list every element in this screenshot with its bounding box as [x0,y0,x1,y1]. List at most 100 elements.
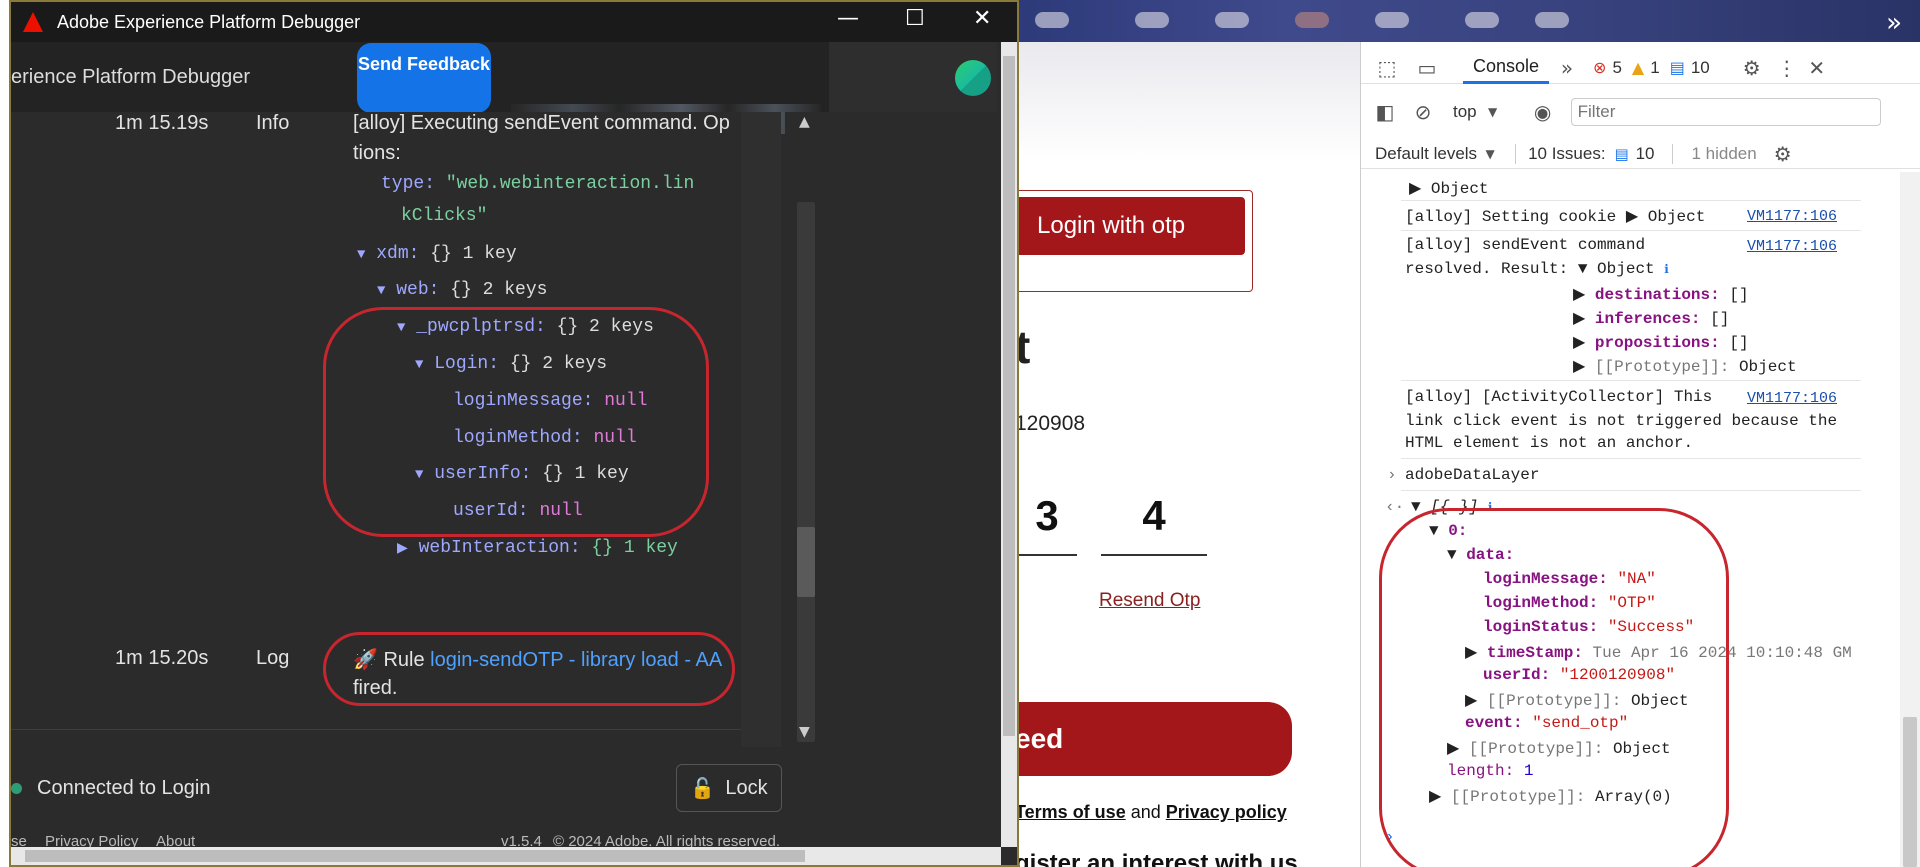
terms-of-use-link[interactable]: Terms of use [1015,802,1126,822]
log-scrollbar[interactable]: ▲ ▼ [785,112,825,747]
warning-count[interactable]: 1 [1650,58,1659,78]
proceed-button[interactable]: eed [1015,702,1292,776]
device-toolbar-icon[interactable]: ▭ [1407,56,1447,80]
scrollbar-thumb[interactable] [1003,56,1015,736]
login-with-otp-button[interactable]: Login with otp [1015,197,1245,255]
console-scrollbar[interactable] [1900,172,1920,867]
debugger-footer: Connected to Login 🔓 Lock se Privacy Poli… [11,747,829,850]
lock-label: Lock [725,776,768,799]
console-line[interactable]: ▶ timeStamp: Tue Apr 16 2024 10:10:48 GM [1465,642,1852,662]
code-line[interactable]: ▼ web: {} 2 keys [377,280,547,300]
message-count[interactable]: 10 [1691,58,1710,78]
devtools-panel: ⬚ ▭ Console » ⊗ 5 ▲ 1 ▤ 10 ⚙ ⋮ ✕ ◧ ⊘ top ▼ … [1360,42,1920,867]
console-line[interactable]: ▶ [[Prototype]]: Object [1573,356,1797,376]
terms-text: Terms of use and Privacy policy [1015,802,1287,823]
scrollbar-thumb[interactable] [797,527,815,597]
banner-image [1215,12,1249,28]
gear-icon[interactable]: ⚙ [1732,56,1772,80]
log-time: 1m 15.20s [115,647,209,669]
console-line[interactable]: ▶ [[Prototype]]: Object [1465,690,1689,710]
console-line[interactable]: ▶ inferences: [] [1573,308,1729,328]
clear-console-icon[interactable]: ⊘ [1405,100,1441,124]
console-line[interactable]: ▼ [{…}] ℹ [1411,498,1492,516]
console-line[interactable]: ▼ data: [1447,546,1514,564]
console-line[interactable]: ▶ destinations: [] [1573,284,1749,304]
resend-otp-link[interactable]: Resend Otp [1099,590,1200,612]
console-line[interactable]: ▶ [[Prototype]]: Array(0) [1429,786,1672,806]
scrollbar-thumb[interactable] [25,850,805,862]
lock-button[interactable]: 🔓 Lock [676,764,782,812]
levels-select[interactable]: Default levels [1375,144,1477,164]
otp-digit-underline [1101,554,1207,556]
error-count[interactable]: 5 [1612,58,1621,78]
more-tabs-icon[interactable]: » [1549,56,1585,80]
scroll-up-icon[interactable]: ▲ [799,114,810,130]
scrollbar-thumb[interactable] [1903,717,1917,867]
chevron-right-double-icon[interactable]: » [1886,8,1902,38]
inspect-element-icon[interactable]: ⬚ [1367,56,1407,80]
console-line: HTML element is not an anchor. [1405,434,1694,452]
chevron-down-icon: ▼ [1485,146,1495,161]
source-link[interactable]: VM1177:106 [1747,238,1837,255]
horizontal-scrollbar[interactable] [11,847,1001,865]
gear-icon[interactable]: ⚙ [1763,142,1803,166]
tab-console[interactable]: Console [1463,52,1550,84]
close-icon[interactable]: ✕ [1802,56,1832,80]
code-line[interactable]: ▶ webInteraction: {} 1 key [397,538,678,558]
banner-image [1535,12,1569,28]
code-line[interactable]: ▼ _pwcplptrsd: {} 2 keys [397,317,654,337]
code-line[interactable]: ▼ userInfo: {} 1 key [415,464,629,484]
window-titlebar: Adobe Experience Platform Debugger — ☐ ✕ [11,2,1017,42]
divider [1672,143,1674,164]
console-line: userId: "1200120908" [1483,666,1676,684]
log-time: 1m 15.19s [115,112,209,134]
code-line: loginMethod: null [453,428,637,448]
otp-digit-underline [1015,554,1077,556]
send-feedback-button[interactable]: Send Feedback [357,43,491,113]
divider [1401,458,1861,459]
kebab-menu-icon[interactable]: ⋮ [1772,56,1802,80]
console-line[interactable]: ▶ [[Prototype]]: Object [1447,738,1671,758]
source-link[interactable]: VM1177:106 [1747,390,1837,407]
code-line[interactable]: ▼ Login: {} 2 keys [415,354,607,374]
avatar[interactable] [955,60,991,96]
issues-label[interactable]: 10 Issues: [1528,144,1606,164]
divider [1401,380,1861,381]
console-line: link click event is not triggered becaus… [1405,412,1838,430]
console-line[interactable]: resolved. Result: ▼ Object ℹ [1405,260,1669,278]
source-link[interactable]: VM1177:106 [1747,208,1837,225]
otp-digit-input[interactable]: 4 [1101,492,1207,540]
minimize-icon[interactable]: — [837,6,859,31]
banner-image [1465,12,1499,28]
console-line[interactable]: ▶ propositions: [] [1573,332,1749,352]
eye-icon[interactable]: ◉ [1521,100,1565,124]
maximize-icon[interactable]: ☐ [905,6,925,31]
code-line: userId: null [453,501,583,521]
issues-count[interactable]: 10 [1636,144,1655,164]
otp-digit-input[interactable]: 3 [1015,492,1079,540]
console-line[interactable]: ▼ 0: [1429,522,1467,540]
log-message: [alloy] Executing sendEvent command. Op [353,112,730,134]
console-prompt[interactable]: › [1385,828,1395,846]
filter-input[interactable] [1570,98,1881,126]
window-scrollbar[interactable] [1001,42,1017,847]
log-message: fired. [353,677,398,699]
lock-icon: 🔓 [690,776,716,800]
rule-link[interactable]: login-sendOTP - library load - AA [430,649,722,671]
scroll-down-icon[interactable]: ▼ [799,724,810,740]
error-icon: ⊗ [1593,58,1607,77]
banner-image [1035,12,1069,28]
code-line: type: "web.webinteraction.lin [381,174,695,194]
sidebar-toggle-icon[interactable]: ◧ [1365,100,1405,124]
log-level: Log [256,647,290,669]
close-icon[interactable]: ✕ [973,6,991,31]
privacy-policy-link[interactable]: Privacy policy [1166,802,1287,822]
browser-top-banner: » [1015,0,1920,42]
banner-image [1295,12,1329,28]
context-select[interactable]: top [1453,102,1477,122]
console-line[interactable]: ▶ Object [1409,178,1489,198]
message-icon: ▤ [1669,58,1685,77]
code-line[interactable]: ▼ xdm: {} 1 key [357,244,517,264]
register-interest-heading: gister an interest with us [1015,850,1298,867]
console-line: [alloy] sendEvent command [1405,236,1646,254]
